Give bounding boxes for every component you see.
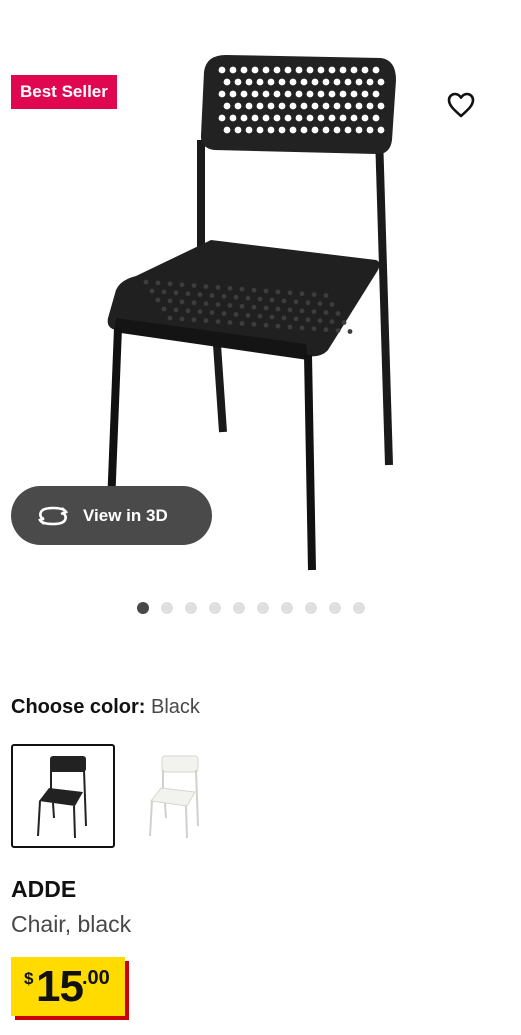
chair-thumbnail-black xyxy=(37,756,87,838)
carousel-dot[interactable] xyxy=(137,602,149,614)
carousel-dot[interactable] xyxy=(209,602,221,614)
color-swatch-white[interactable] xyxy=(123,744,227,848)
chair-thumbnail-white xyxy=(149,755,199,838)
rotate-3d-icon xyxy=(37,506,69,525)
carousel-dot[interactable] xyxy=(257,602,269,614)
carousel-dot[interactable] xyxy=(161,602,173,614)
favorite-button[interactable] xyxy=(443,88,479,122)
heart-outline-icon xyxy=(447,92,475,118)
carousel-dot[interactable] xyxy=(185,602,197,614)
color-chooser-label: Choose color: Black xyxy=(11,696,200,719)
price-decimal: .00 xyxy=(82,967,110,989)
product-description: Chair, black xyxy=(11,911,132,937)
carousel-dot[interactable] xyxy=(305,602,317,614)
carousel-dot[interactable] xyxy=(281,602,293,614)
carousel-dots xyxy=(137,602,365,614)
color-label: Choose color: xyxy=(11,696,146,718)
color-swatch-black[interactable] xyxy=(11,744,115,848)
price-tag: $ 15 .00 xyxy=(11,957,125,1016)
carousel-dot[interactable] xyxy=(329,602,341,614)
carousel-dot[interactable] xyxy=(233,602,245,614)
price-integer: 15 xyxy=(36,962,84,1011)
carousel-dot[interactable] xyxy=(353,602,365,614)
selected-color: Black xyxy=(151,696,200,718)
view-in-3d-button[interactable]: View in 3D xyxy=(11,486,212,545)
price-currency: $ xyxy=(24,969,34,988)
product-name: ADDE xyxy=(11,876,77,902)
view-in-3d-label: View in 3D xyxy=(83,505,168,525)
